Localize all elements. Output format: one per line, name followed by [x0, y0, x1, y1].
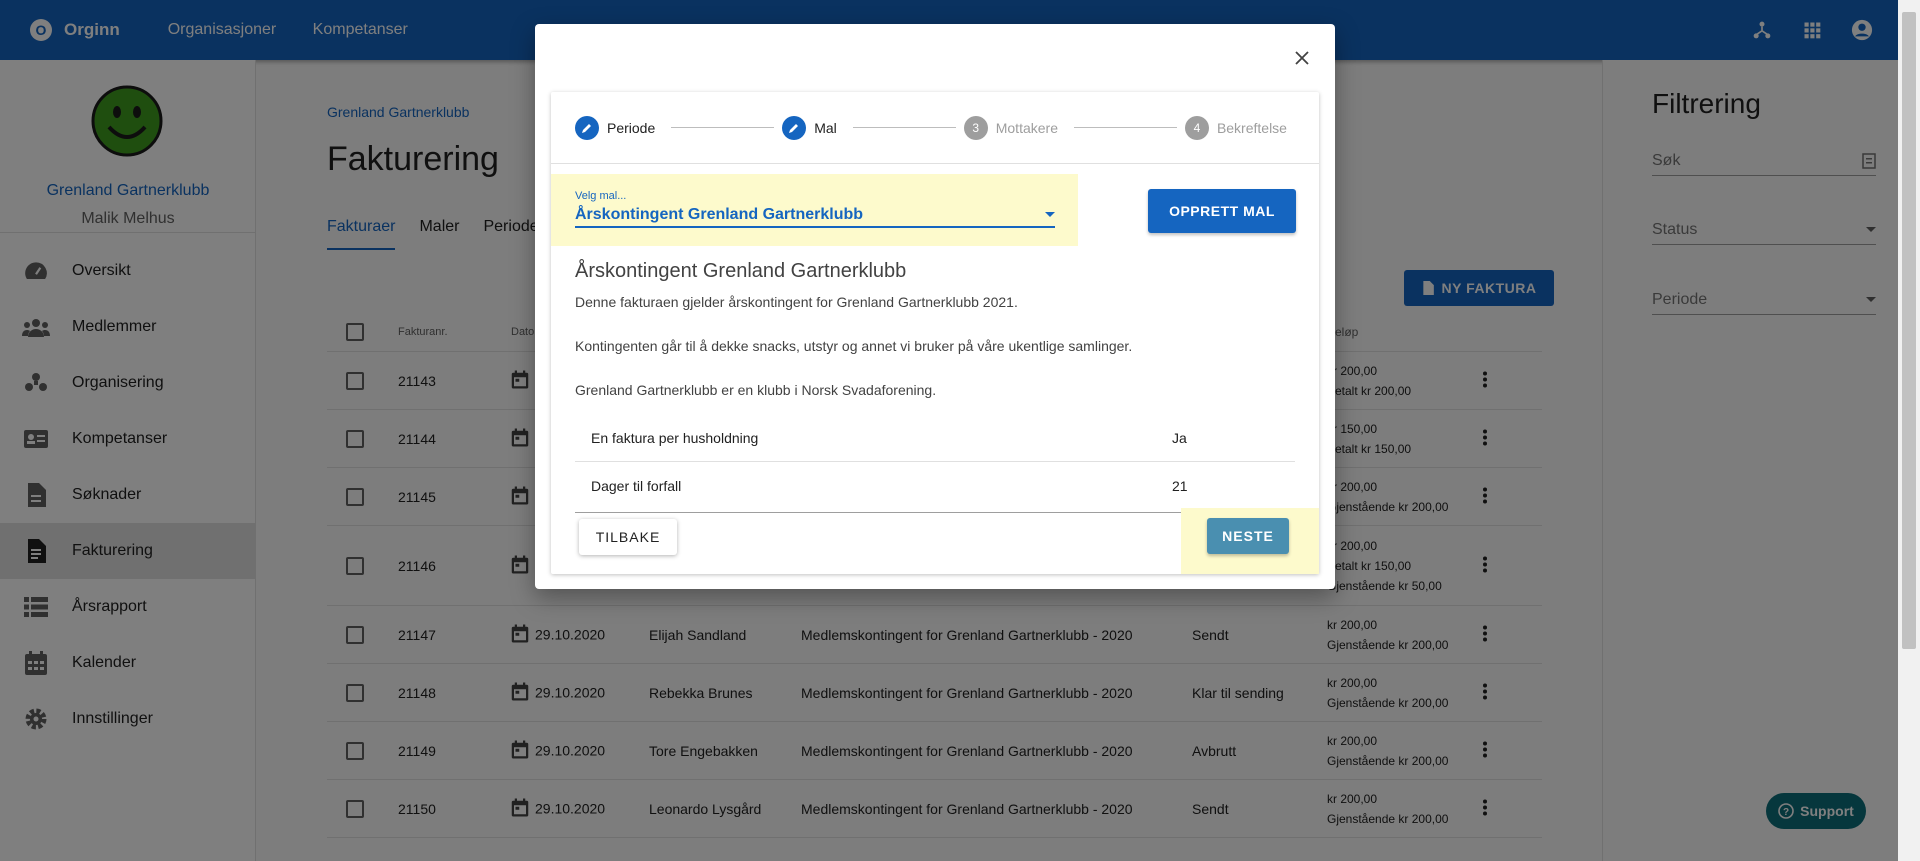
- step-number: 4: [1184, 115, 1209, 140]
- back-button[interactable]: TILBAKE: [579, 519, 677, 555]
- close-icon[interactable]: [1290, 46, 1314, 70]
- property-key: En faktura per husholdning: [591, 429, 759, 446]
- step-periode[interactable]: Periode: [575, 115, 664, 140]
- template-paragraph: Grenland Gartnerklubb er en klubb i Nors…: [575, 382, 937, 398]
- create-template-button[interactable]: OPPRETT MAL: [1148, 189, 1296, 233]
- create-invoice-dialog: Periode Mal 3 Mottakere 4 Bekreftelse Ve…: [535, 24, 1335, 589]
- chevron-down-icon: [1045, 212, 1055, 217]
- pencil-icon: [782, 115, 807, 140]
- step-label: Bekreftelse: [1216, 119, 1287, 136]
- template-title: Årskontingent Grenland Gartnerklubb: [575, 260, 907, 282]
- property-value: 21: [1172, 478, 1188, 494]
- step-mal[interactable]: Mal: [782, 115, 845, 140]
- next-button[interactable]: NESTE: [1207, 518, 1289, 554]
- step-label: Periode: [607, 119, 656, 136]
- property-row: En faktura per husholdning Ja: [575, 414, 1295, 462]
- template-select[interactable]: Årskontingent Grenland Gartnerklubb: [575, 204, 1055, 228]
- property-key: Dager til forfall: [591, 478, 682, 494]
- step-connector: [1073, 127, 1177, 128]
- stepper: Periode Mal 3 Mottakere 4 Bekreftelse: [551, 92, 1319, 164]
- pencil-icon: [575, 115, 599, 140]
- step-label: Mal: [814, 119, 837, 136]
- stepper-card: Periode Mal 3 Mottakere 4 Bekreftelse Ve…: [551, 92, 1319, 574]
- scroll-thumb[interactable]: [1902, 12, 1916, 649]
- property-row: Dager til forfall 21: [575, 462, 1295, 510]
- template-paragraph: Denne fakturaen gjelder årskontingent fo…: [575, 294, 1018, 310]
- step-connector: [671, 127, 775, 128]
- step-bekreftelse[interactable]: 4 Bekreftelse: [1184, 115, 1295, 140]
- template-paragraph: Kontingenten går til å dekke snacks, uts…: [575, 338, 1133, 354]
- property-value: Ja: [1172, 429, 1187, 446]
- step-connector: [852, 127, 956, 128]
- template-select-value: Årskontingent Grenland Gartnerklubb: [575, 206, 864, 223]
- step-mottakere[interactable]: 3 Mottakere: [963, 115, 1066, 140]
- template-select-label: Velg mal...: [575, 190, 627, 202]
- step-number: 3: [963, 115, 988, 140]
- step-label: Mottakere: [995, 119, 1058, 136]
- page-scrollbar[interactable]: [1898, 0, 1920, 861]
